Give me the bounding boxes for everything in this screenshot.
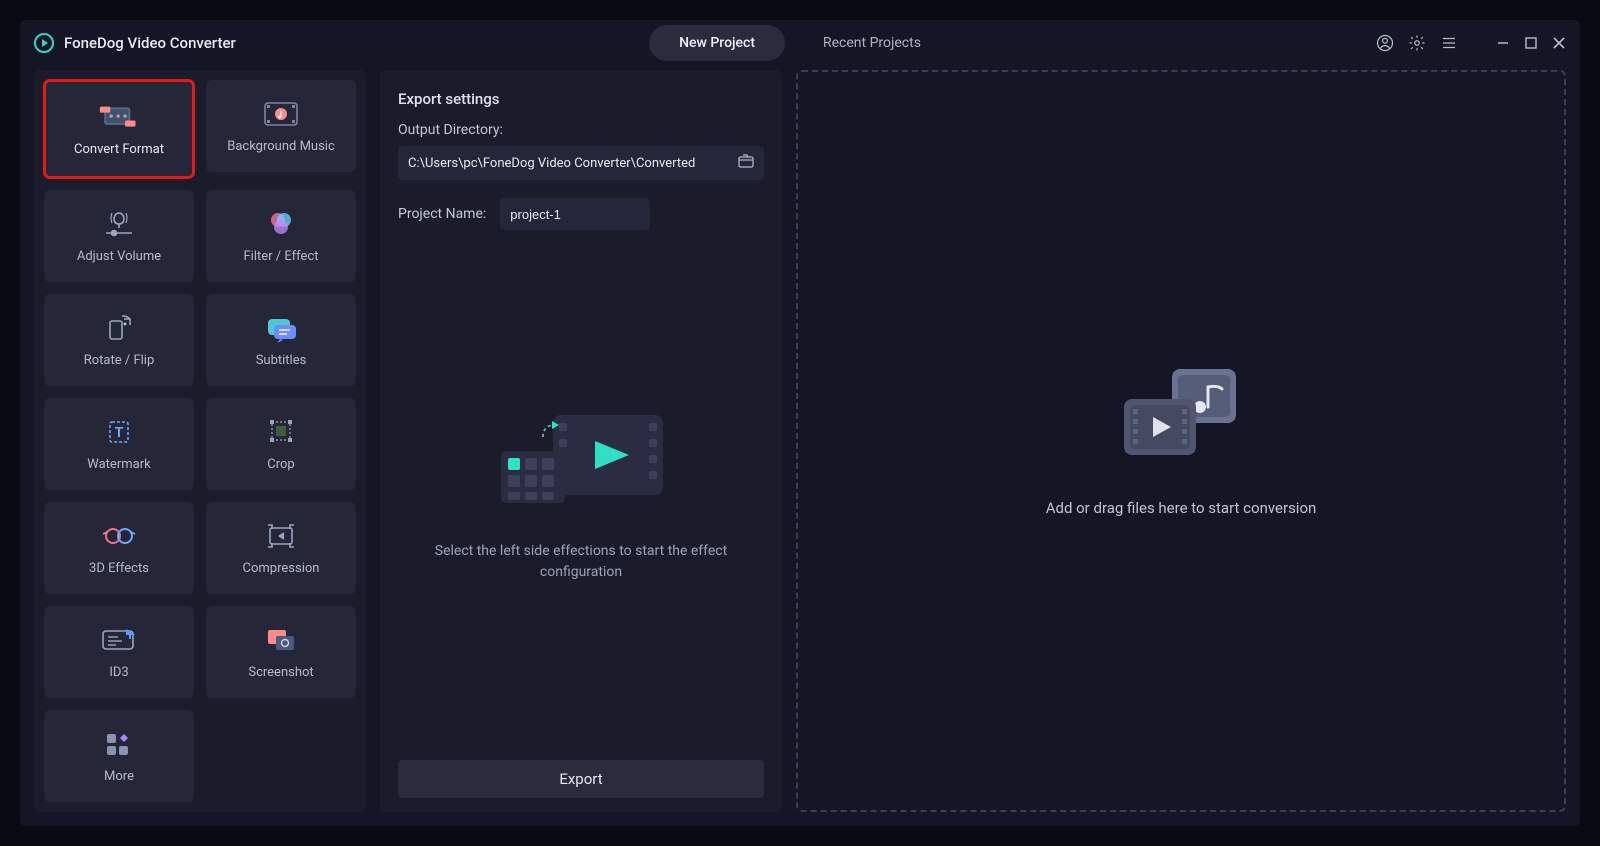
tool-crop[interactable]: Crop bbox=[206, 398, 356, 490]
window-controls bbox=[1376, 34, 1566, 52]
tool-label: Subtitles bbox=[256, 353, 307, 368]
effect-placeholder-icon bbox=[481, 397, 681, 517]
brand: FoneDog Video Converter bbox=[34, 33, 236, 53]
export-button[interactable]: Export bbox=[398, 760, 764, 798]
convert-format-icon bbox=[99, 102, 139, 132]
app-logo-icon bbox=[34, 33, 54, 53]
tools-panel: Convert Format Background Music bbox=[34, 70, 366, 812]
project-name-row: Project Name: bbox=[398, 198, 764, 230]
tool-rotate-flip[interactable]: Rotate / Flip bbox=[44, 294, 194, 386]
more-icon bbox=[99, 729, 139, 759]
filter-effect-icon bbox=[261, 209, 301, 239]
effect-hint-text: Select the left side effections to start… bbox=[421, 541, 741, 583]
app-window: FoneDog Video Converter New Project Rece… bbox=[20, 20, 1580, 826]
app-title: FoneDog Video Converter bbox=[64, 34, 236, 52]
tools-grid: Convert Format Background Music bbox=[44, 80, 356, 802]
tool-label: Convert Format bbox=[74, 142, 164, 157]
drop-hint-text: Add or drag files here to start conversi… bbox=[1046, 499, 1317, 517]
tool-convert-format[interactable]: Convert Format bbox=[44, 80, 194, 178]
tool-label: Compression bbox=[243, 561, 320, 576]
tool-label: Filter / Effect bbox=[244, 249, 319, 264]
adjust-volume-icon bbox=[99, 209, 139, 239]
tool-label: Rotate / Flip bbox=[84, 353, 155, 368]
tab-recent-projects[interactable]: Recent Projects bbox=[793, 25, 951, 61]
tool-adjust-volume[interactable]: Adjust Volume bbox=[44, 190, 194, 282]
output-directory-field[interactable]: C:\Users\pc\FoneDog Video Converter\Conv… bbox=[398, 146, 764, 180]
background-music-icon bbox=[261, 99, 301, 129]
project-tabs: New Project Recent Projects bbox=[649, 25, 951, 61]
watermark-icon: T bbox=[99, 417, 139, 447]
browse-folder-icon[interactable] bbox=[738, 154, 754, 172]
tool-label: Screenshot bbox=[248, 665, 313, 680]
tool-more[interactable]: More bbox=[44, 710, 194, 802]
project-name-input[interactable] bbox=[500, 198, 650, 230]
tool-label: Adjust Volume bbox=[77, 249, 161, 264]
output-directory-value: C:\Users\pc\FoneDog Video Converter\Conv… bbox=[408, 156, 695, 171]
effect-placeholder: Select the left side effections to start… bbox=[398, 230, 764, 750]
rotate-flip-icon bbox=[99, 313, 139, 343]
export-panel: Export settings Output Directory: C:\Use… bbox=[380, 70, 782, 812]
crop-icon bbox=[261, 417, 301, 447]
tool-filter-effect[interactable]: Filter / Effect bbox=[206, 190, 356, 282]
screenshot-icon bbox=[261, 625, 301, 655]
id3-icon bbox=[99, 625, 139, 655]
tool-label: 3D Effects bbox=[89, 561, 149, 576]
close-icon[interactable] bbox=[1552, 36, 1566, 50]
tool-subtitles[interactable]: Subtitles bbox=[206, 294, 356, 386]
compression-icon bbox=[261, 521, 301, 551]
tool-id3[interactable]: ID3 bbox=[44, 606, 194, 698]
3d-effects-icon bbox=[99, 521, 139, 551]
project-name-label: Project Name: bbox=[398, 206, 486, 222]
tool-watermark[interactable]: T Watermark bbox=[44, 398, 194, 490]
minimize-icon[interactable] bbox=[1496, 36, 1510, 50]
settings-icon[interactable] bbox=[1408, 34, 1426, 52]
content-area: Convert Format Background Music bbox=[20, 66, 1580, 826]
tool-background-music[interactable]: Background Music bbox=[206, 80, 356, 172]
account-icon[interactable] bbox=[1376, 34, 1394, 52]
tool-label: Crop bbox=[267, 457, 294, 472]
tool-label: More bbox=[104, 769, 134, 784]
tab-new-project[interactable]: New Project bbox=[649, 25, 785, 61]
export-settings-title: Export settings bbox=[398, 90, 764, 108]
tool-label: Watermark bbox=[87, 457, 150, 472]
subtitles-icon bbox=[261, 313, 301, 343]
tool-label: ID3 bbox=[109, 665, 128, 680]
tool-screenshot[interactable]: Screenshot bbox=[206, 606, 356, 698]
svg-text:T: T bbox=[115, 425, 124, 441]
tool-compression[interactable]: Compression bbox=[206, 502, 356, 594]
tool-3d-effects[interactable]: 3D Effects bbox=[44, 502, 194, 594]
tool-label: Background Music bbox=[227, 139, 335, 154]
output-directory-label: Output Directory: bbox=[398, 122, 764, 138]
titlebar: FoneDog Video Converter New Project Rece… bbox=[20, 20, 1580, 66]
maximize-icon[interactable] bbox=[1524, 36, 1538, 50]
drop-zone[interactable]: Add or drag files here to start conversi… bbox=[796, 70, 1566, 812]
drop-files-icon bbox=[1116, 365, 1246, 465]
menu-icon[interactable] bbox=[1440, 34, 1458, 52]
